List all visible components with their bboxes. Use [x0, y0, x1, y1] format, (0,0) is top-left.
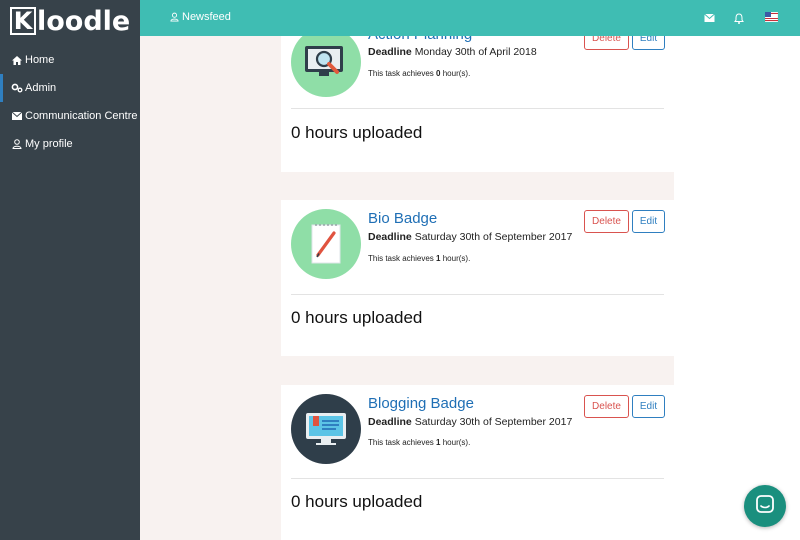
achieves-hours: 1: [436, 254, 441, 263]
newsfeed-label: Newsfeed: [182, 11, 231, 23]
user-icon: [170, 12, 179, 22]
task-achieves: This task achieves 1 hour(s).: [368, 254, 470, 263]
task-deadline: Deadline Saturday 30th of September 2017: [368, 231, 572, 243]
bell-icon[interactable]: [732, 11, 746, 25]
monitor-blog-icon: [291, 394, 361, 464]
sidebar-item-label: Communication Centre: [25, 110, 138, 122]
notepad-pencil-icon: [291, 209, 361, 279]
edit-button[interactable]: Edit: [632, 395, 665, 418]
sidebar-item-label: Admin: [25, 82, 57, 94]
sidebar-item-label: Home: [25, 54, 55, 66]
task-card: Blogging Badge Deadline Saturday 30th of…: [281, 385, 674, 540]
achieves-prefix: This task achieves: [368, 254, 434, 263]
flag-icon[interactable]: [764, 10, 778, 24]
newsfeed-link[interactable]: Newsfeed: [170, 11, 231, 23]
hours-uploaded: 0 hours uploaded: [291, 123, 423, 142]
achieves-suffix: hour(s).: [442, 69, 471, 78]
achieves-prefix: This task achieves: [368, 69, 434, 78]
deadline-label: Deadline: [368, 231, 412, 243]
task-deadline: Deadline Monday 30th of April 2018: [368, 46, 537, 58]
task-achieves: This task achieves 1 hour(s).: [368, 438, 470, 447]
magnifier-monitor-icon: [291, 27, 361, 97]
user-icon: [11, 138, 23, 150]
top-bar-front: Newsfeed: [140, 0, 800, 36]
task-title[interactable]: Blogging Badge: [368, 395, 474, 412]
logo-letter: K: [10, 7, 36, 35]
task-title[interactable]: Bio Badge: [368, 210, 437, 227]
sidebar-nav: Home Admin Communication Centre My profi…: [0, 46, 140, 158]
achieves-suffix: hour(s).: [442, 254, 471, 263]
divider: [291, 108, 664, 109]
envelope-icon: [11, 110, 23, 122]
achieves-suffix: hour(s).: [442, 438, 471, 447]
sidebar-item-communication-centre[interactable]: Communication Centre: [0, 102, 140, 130]
achieves-hours: 1: [436, 438, 441, 447]
hours-uploaded: 0 hours uploaded: [291, 492, 423, 511]
home-icon: [11, 54, 23, 66]
kloodle-logo[interactable]: Kloodle: [10, 5, 131, 37]
task-deadline: Deadline Saturday 30th of September 2017: [368, 416, 572, 428]
deadline-value: Saturday 30th of September 2017: [414, 416, 573, 428]
logo-text: loodle: [37, 5, 131, 37]
deadline-label: Deadline: [368, 416, 412, 428]
delete-button[interactable]: Delete: [584, 395, 629, 418]
deadline-label: Deadline: [368, 46, 412, 58]
divider: [291, 478, 664, 479]
sidebar-item-home[interactable]: Home: [0, 46, 140, 74]
delete-button[interactable]: Delete: [584, 210, 629, 233]
cogs-icon: [11, 82, 23, 94]
deadline-value: Saturday 30th of September 2017: [414, 231, 573, 243]
hours-uploaded: 0 hours uploaded: [291, 308, 423, 327]
deadline-value: Monday 30th of April 2018: [414, 46, 537, 58]
sidebar-item-admin[interactable]: Admin: [0, 74, 140, 102]
task-card: Bio Badge Deadline Saturday 30th of Sept…: [281, 200, 674, 356]
envelope-icon[interactable]: [702, 11, 716, 25]
task-achieves: This task achieves 0 hour(s).: [368, 69, 470, 78]
chat-button[interactable]: [744, 485, 786, 527]
sidebar: Kloodle Home Admin Communication Centre: [0, 0, 140, 540]
sidebar-item-my-profile[interactable]: My profile: [0, 130, 140, 158]
divider: [291, 294, 664, 295]
sidebar-item-label: My profile: [25, 138, 73, 150]
chat-icon: [755, 494, 775, 519]
edit-button[interactable]: Edit: [632, 210, 665, 233]
app-window: Kloodle Home Admin Communication Centre: [0, 0, 800, 540]
achieves-hours: 0: [436, 69, 441, 78]
achieves-prefix: This task achieves: [368, 438, 434, 447]
